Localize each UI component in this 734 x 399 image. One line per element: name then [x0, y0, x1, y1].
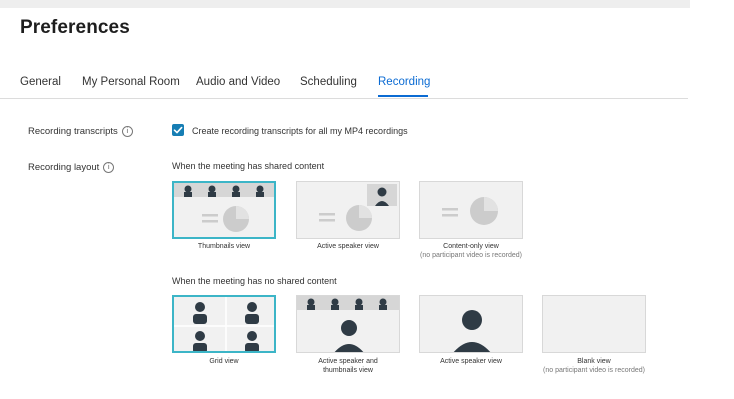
active-speaker-thumbnails-view-label: Active speaker and [318, 358, 378, 365]
content-only-view-note: (no participant video is recorded) [420, 252, 522, 259]
thumbnails-view-illustration [174, 183, 274, 232]
tab-audio-and-video[interactable]: Audio and Video [196, 76, 280, 88]
active-speaker-view-label: Active speaker view [317, 243, 379, 250]
shared-content-heading: When the meeting has shared content [172, 161, 325, 171]
content-only-view-illustration [442, 197, 498, 225]
grid-view-caption: Grid view [159, 357, 289, 366]
thumbnails-view-caption: Thumbnails view [159, 242, 289, 251]
page-title: Preferences [20, 17, 130, 38]
thumbnails-view-label: Thumbnails view [197, 243, 251, 250]
tab-recording[interactable]: Recording [378, 76, 430, 88]
tab-general[interactable]: General [20, 76, 61, 88]
grid-view-label: Grid view [209, 358, 239, 365]
content-only-view-caption: Content-only view (no participant video … [406, 242, 536, 260]
blank-view-note: (no participant video is recorded) [543, 367, 645, 374]
top-bar [0, 0, 690, 8]
info-icon[interactable]: i [103, 162, 115, 173]
recording-transcripts-checkbox[interactable] [172, 124, 184, 136]
thumbnails-view-option[interactable] [172, 181, 276, 239]
info-icon[interactable]: i [121, 126, 133, 137]
blank-view-option[interactable] [542, 295, 646, 353]
active-speaker-thumbnails-view-option[interactable] [296, 295, 400, 353]
active-speaker-view-illustration [319, 184, 397, 231]
active-speaker-thumbnails-view-illustration [297, 296, 399, 352]
active-speaker-view-no-share-label: Active speaker view [440, 358, 502, 365]
tab-scheduling[interactable]: Scheduling [300, 76, 357, 88]
active-speaker-thumbnails-view-label-line2: thumbnails view [323, 367, 373, 374]
content-only-view-option[interactable] [419, 181, 523, 239]
active-speaker-view-option-no-share[interactable] [419, 295, 523, 353]
recording-transcripts-checkbox-label: Create recording transcripts for all my … [192, 126, 408, 136]
content-only-view-label: Content-only view [443, 243, 499, 250]
tab-bar: General My Personal Room Audio and Video… [0, 70, 688, 99]
recording-layout-row-label: Recording layout i [28, 162, 115, 174]
checkmark-icon [173, 126, 183, 134]
recording-layout-label: Recording layout [28, 162, 100, 174]
no-shared-content-heading: When the meeting has no shared content [172, 276, 337, 286]
active-speaker-view-no-share-caption: Active speaker view [406, 357, 536, 366]
active-speaker-view-no-share-illustration [453, 310, 491, 352]
blank-view-label: Blank view [577, 358, 611, 365]
recording-transcripts-label: Recording transcripts [28, 126, 118, 138]
grid-view-option[interactable] [172, 295, 276, 353]
active-speaker-thumbnails-view-caption: Active speaker and thumbnails view [283, 357, 413, 375]
grid-view-illustration [174, 297, 274, 351]
active-speaker-view-caption: Active speaker view [283, 242, 413, 251]
recording-transcripts-row-label: Recording transcripts i [28, 126, 133, 137]
tab-my-personal-room[interactable]: My Personal Room [82, 76, 180, 88]
active-tab-indicator [378, 95, 428, 97]
blank-view-caption: Blank view (no participant video is reco… [529, 357, 659, 375]
active-speaker-view-option[interactable] [296, 181, 400, 239]
